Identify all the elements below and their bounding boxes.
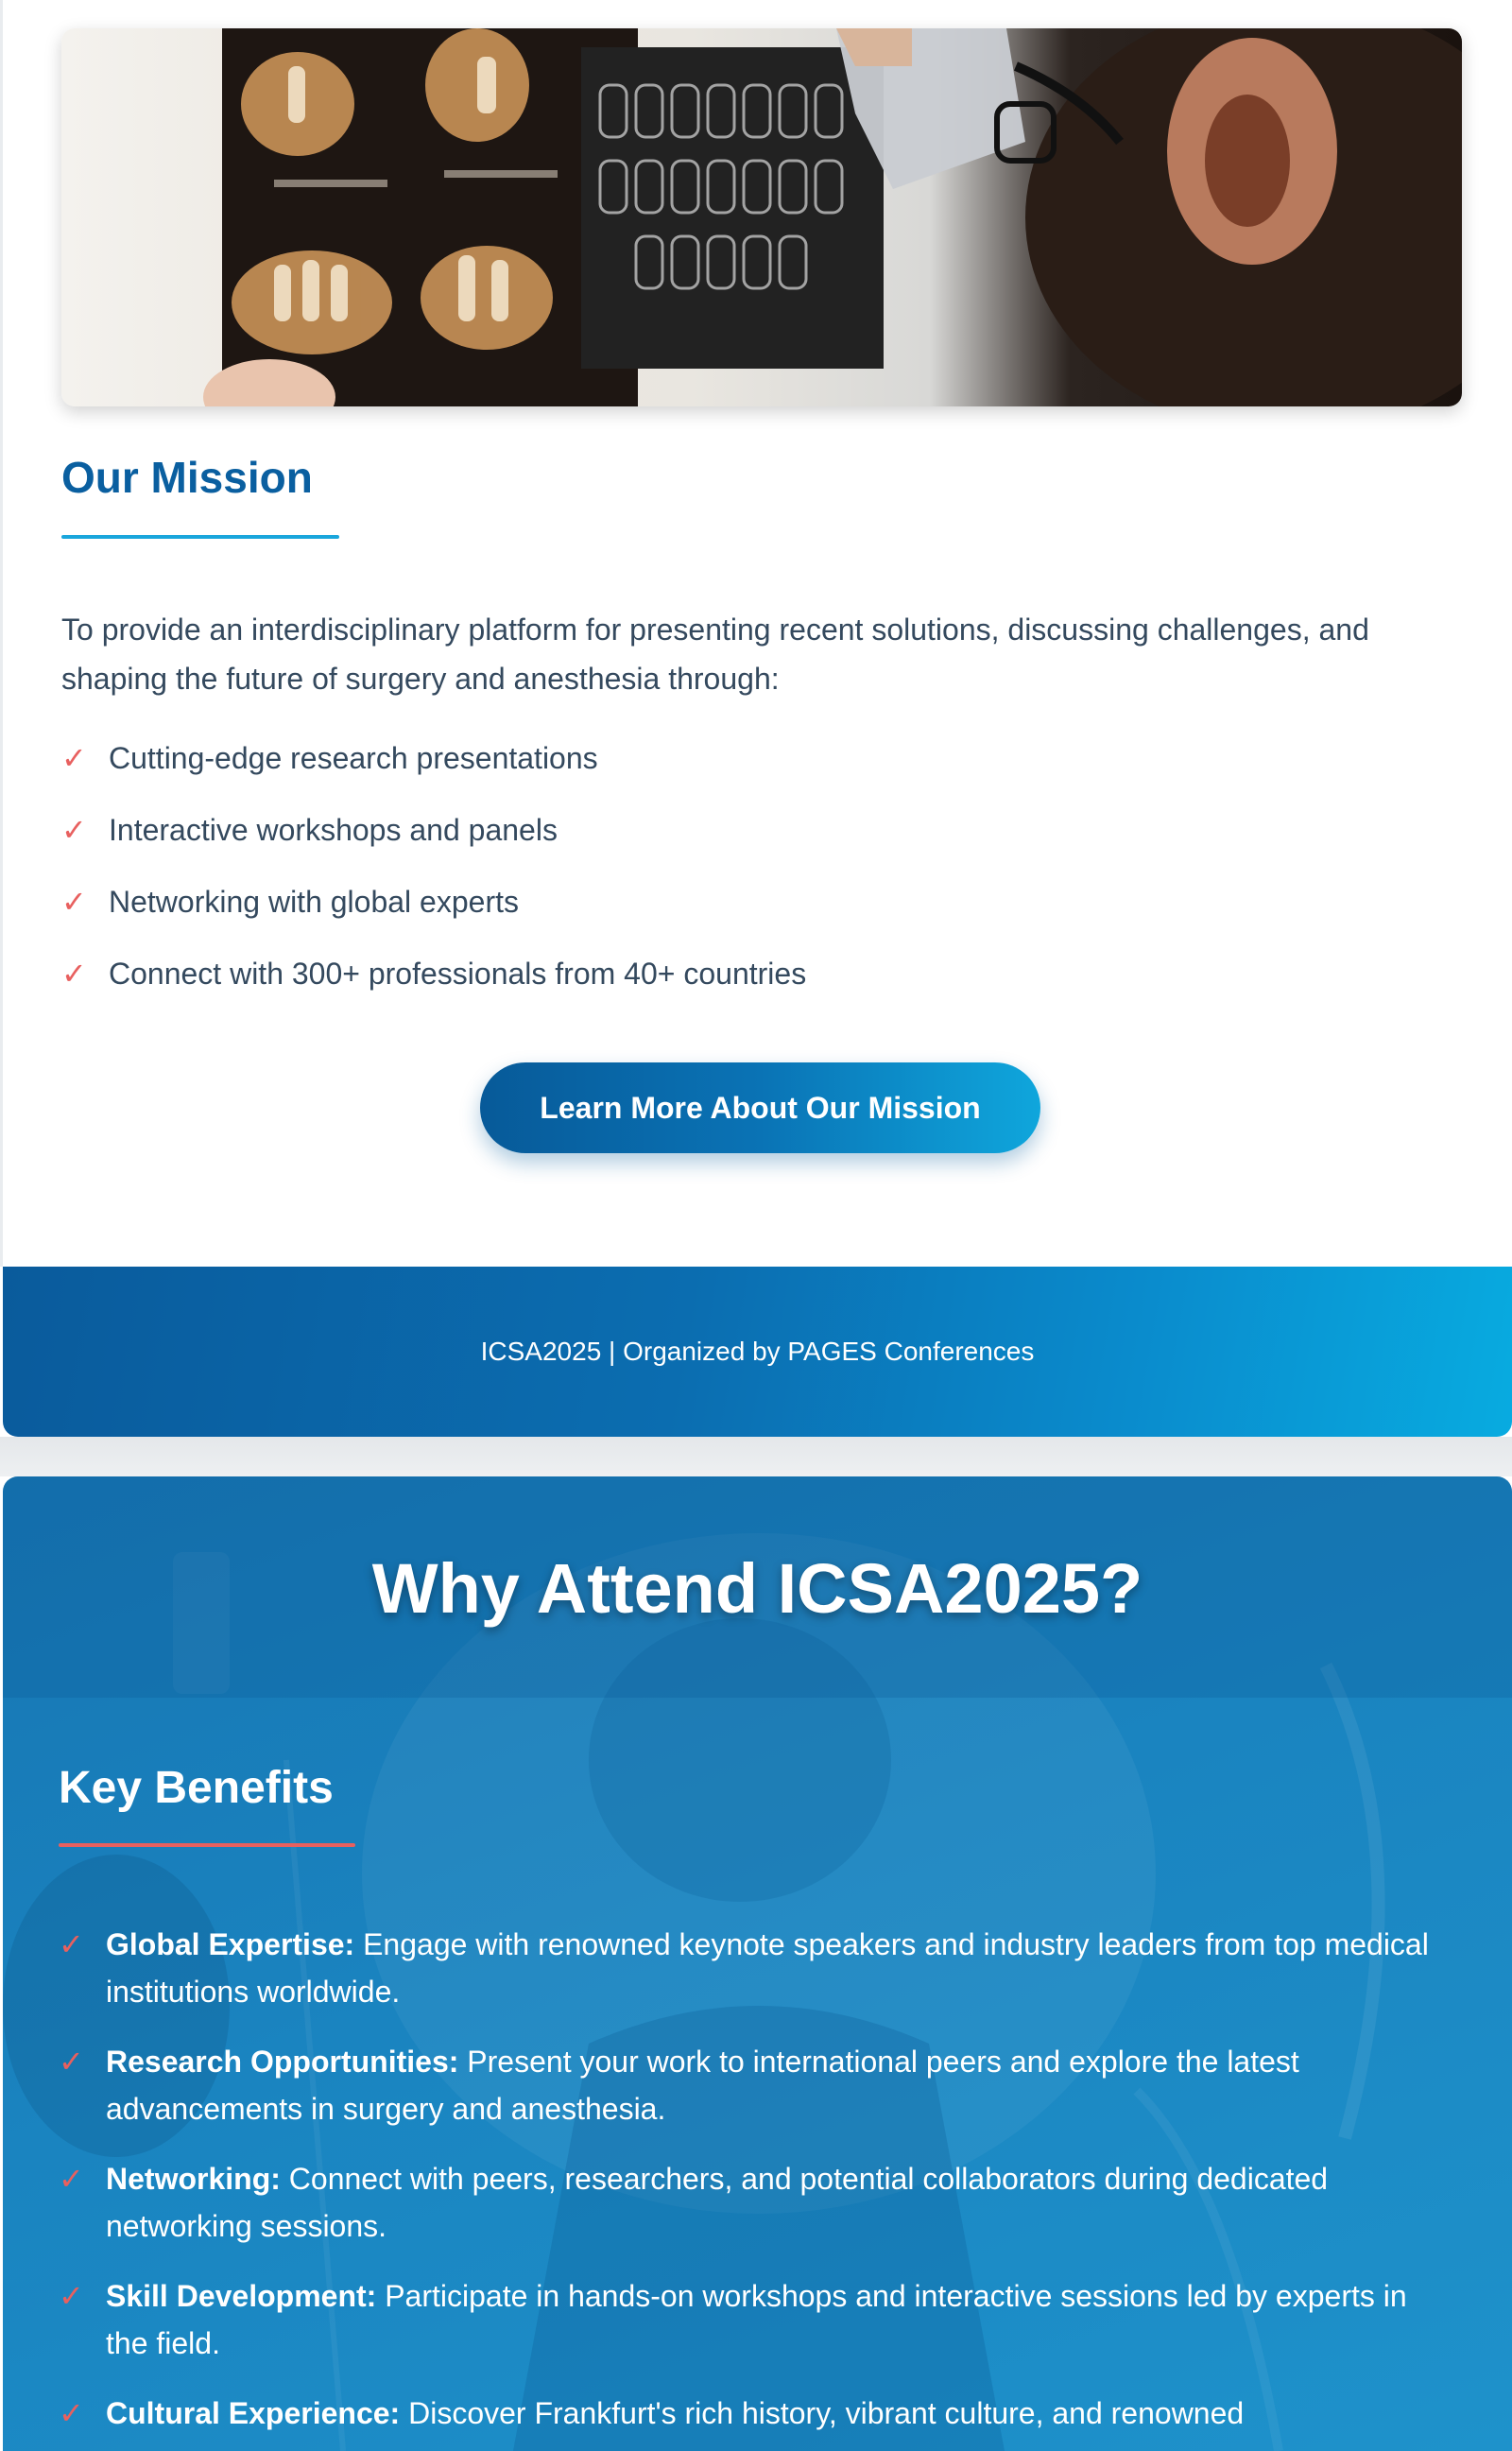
benefit-text: Discover Frankfurt's rich history, vibra… — [400, 2396, 1245, 2430]
benefit-text-wrap: Cultural Experience: Discover Frankfurt'… — [106, 2390, 1244, 2437]
xray-illustration — [203, 28, 1462, 406]
list-item-text: Interactive workshops and panels — [109, 813, 558, 847]
benefits-list: ✓ Global Expertise: Engage with renowned… — [59, 1921, 1457, 2451]
check-icon: ✓ — [61, 813, 87, 847]
benefit-item: ✓ Research Opportunities: Present your w… — [59, 2038, 1457, 2132]
benefit-label: Networking: — [106, 2162, 281, 2196]
list-item: ✓ Cutting-edge research presentations — [61, 739, 806, 811]
check-icon: ✓ — [59, 2396, 84, 2430]
benefit-label: Cultural Experience: — [106, 2396, 401, 2430]
organizer-footer-bar: ICSA2025 | Organized by PAGES Conference… — [3, 1267, 1512, 1437]
benefit-text-wrap: Global Expertise: Engage with renowned k… — [106, 1921, 1457, 2015]
benefit-text-wrap: Research Opportunities: Present your wor… — [106, 2038, 1457, 2132]
list-item-text: Cutting-edge research presentations — [109, 741, 598, 775]
list-item: ✓ Interactive workshops and panels — [61, 811, 806, 883]
benefit-item: ✓ Cultural Experience: Discover Frankfur… — [59, 2390, 1457, 2437]
key-benefits-underline — [59, 1843, 355, 1847]
check-icon: ✓ — [61, 741, 87, 775]
list-item: ✓ Connect with 300+ professionals from 4… — [61, 955, 806, 1027]
mission-section: Our Mission To provide an interdisciplin… — [0, 0, 1512, 1267]
mission-intro: To provide an interdisciplinary platform… — [61, 613, 1369, 696]
hero-dental-xray-image — [61, 28, 1462, 406]
list-item-text: Connect with 300+ professionals from 40+… — [109, 957, 807, 991]
key-benefits-title: Key Benefits — [59, 1763, 334, 1813]
why-attend-title: Why Attend ICSA2025? — [371, 1549, 1143, 1628]
check-icon: ✓ — [59, 2279, 84, 2313]
check-icon: ✓ — [59, 2045, 84, 2079]
mission-list: ✓ Cutting-edge research presentations ✓ … — [61, 739, 806, 1027]
benefit-text: Connect with peers, researchers, and pot… — [106, 2162, 1329, 2243]
benefit-text-wrap: Skill Development: Participate in hands-… — [106, 2272, 1457, 2367]
benefit-label: Skill Development: — [106, 2279, 377, 2313]
section-divider — [0, 1437, 1512, 1476]
why-attend-section: Why Attend ICSA2025? Key Benefits ✓ Glob… — [3, 1476, 1512, 2451]
list-item-text: Networking with global experts — [109, 885, 519, 919]
footer-text: ICSA2025 | Organized by PAGES Conference… — [480, 1337, 1035, 1366]
benefit-label: Research Opportunities: — [106, 2045, 459, 2079]
check-icon: ✓ — [59, 2162, 84, 2196]
list-item: ✓ Networking with global experts — [61, 883, 806, 955]
benefit-item: ✓ Skill Development: Participate in hand… — [59, 2272, 1457, 2367]
learn-more-mission-button[interactable]: Learn More About Our Mission — [480, 1062, 1040, 1153]
check-icon: ✓ — [61, 885, 87, 919]
check-icon: ✓ — [61, 957, 87, 991]
mission-title-underline — [61, 535, 339, 539]
benefit-text-wrap: Networking: Connect with peers, research… — [106, 2155, 1457, 2250]
benefit-item: ✓ Networking: Connect with peers, resear… — [59, 2155, 1457, 2250]
benefit-label: Global Expertise: — [106, 1927, 355, 1961]
mission-title: Our Mission — [61, 453, 313, 502]
benefit-item: ✓ Global Expertise: Engage with renowned… — [59, 1921, 1457, 2015]
check-icon: ✓ — [59, 1927, 84, 1961]
